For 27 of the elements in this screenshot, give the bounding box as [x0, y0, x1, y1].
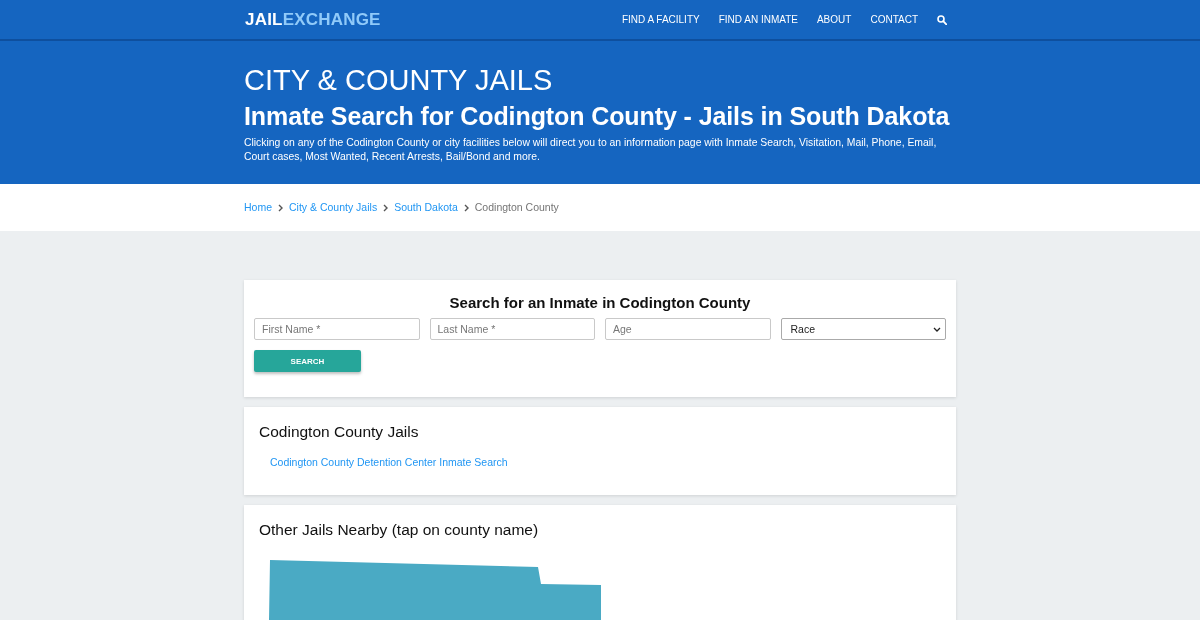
chevron-icon	[933, 326, 941, 332]
breadcrumb-link[interactable]: Home	[244, 200, 272, 215]
facility-link[interactable]: Codington County Detention Center Inmate Search	[270, 455, 508, 469]
chevron-icon	[278, 203, 283, 212]
card-title: Search for an Inmate in Codington County	[448, 294, 752, 312]
page-title: CITY & COUNTY JAILS	[244, 63, 554, 98]
nav-link[interactable]: CONTACT	[870, 14, 918, 25]
page-subtitle: Inmate Search for Codington County - Jails in South Dakota	[244, 101, 951, 132]
search-icon[interactable]	[937, 14, 947, 25]
breadcrumb-current: Codington County	[474, 200, 559, 215]
nav-link[interactable]: FIND AN INMATE	[718, 14, 798, 25]
race-dropdown[interactable]: Race	[780, 318, 946, 340]
breadcrumb-link[interactable]: City & County Jails	[289, 200, 378, 215]
first-name-field[interactable]: First Name *	[254, 318, 420, 340]
nav-link[interactable]: FIND A FACILITY	[621, 14, 700, 25]
last-name-field[interactable]: Last Name *	[429, 318, 595, 340]
card-title: Other Jails Nearby (tap on county name)	[259, 521, 540, 539]
nav-link[interactable]: ABOUT	[816, 14, 852, 25]
site-logo[interactable]: JAILEXCHANGE	[245, 9, 381, 30]
age-field[interactable]: Age	[605, 318, 771, 340]
county-map[interactable]	[269, 560, 602, 620]
chevron-icon	[463, 203, 469, 212]
breadcrumb-link[interactable]: South Dakota	[394, 200, 458, 215]
card-title: Codington County Jails	[259, 423, 420, 441]
search-button[interactable]: SEARCH	[254, 350, 361, 372]
chevron-icon	[383, 203, 389, 212]
intro-text: Clicking on any of the Codington County or city facilities below will direct you to an information page with Inmate Search, Visitation, Mail, Phone, Email, Court cases, Most Wanted, Recent Arrests, Bail/Bond and more.	[244, 136, 938, 164]
